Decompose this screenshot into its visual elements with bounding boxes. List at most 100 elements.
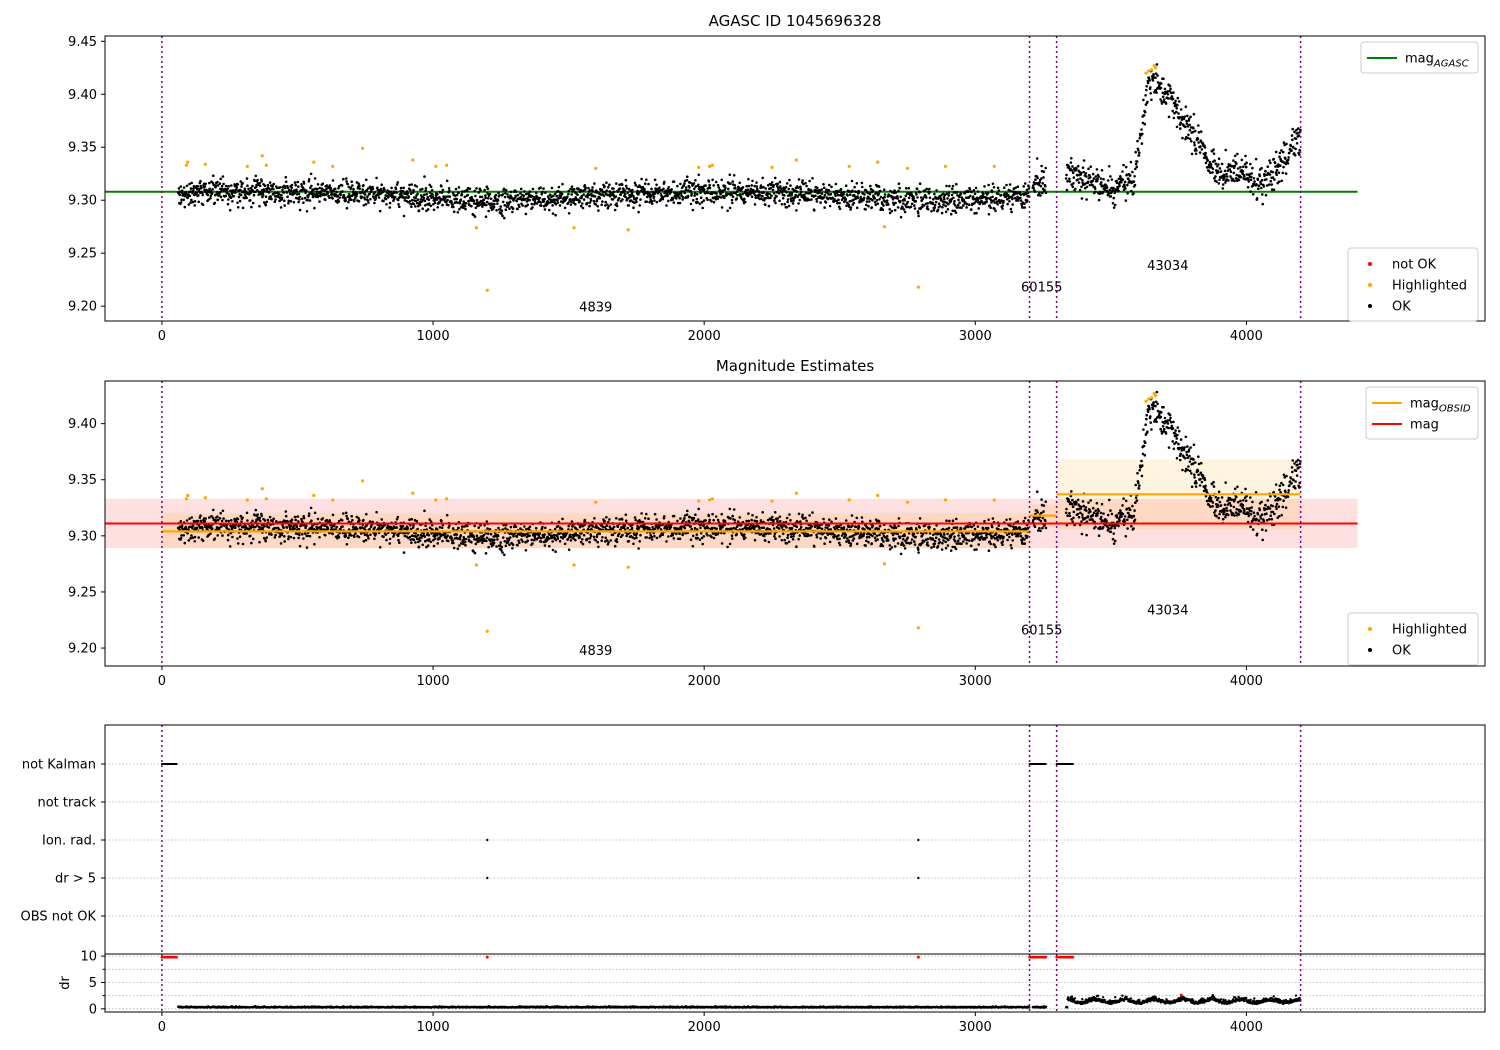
dr-points	[177, 994, 1302, 1009]
highlighted-point	[710, 163, 714, 167]
dr-not-ok-point	[485, 955, 489, 959]
highlighted-point	[260, 487, 264, 491]
highlighted-point	[245, 164, 249, 168]
y-tick-label: 5	[89, 976, 97, 991]
x-tick-label: 0	[158, 674, 166, 689]
highlighted-point	[943, 164, 948, 168]
legend-label: OK	[1392, 644, 1411, 659]
highlighted-point	[434, 164, 438, 168]
y-tick-label: 9.45	[68, 35, 97, 50]
highlighted-point	[485, 288, 489, 292]
legend-label: not OK	[1392, 258, 1437, 273]
x-tick-label: 2000	[688, 674, 721, 689]
highlighted-point	[411, 158, 415, 162]
x-tick-label: 2000	[688, 1020, 721, 1035]
highlighted-point	[360, 146, 365, 150]
legend-dot-swatch	[1368, 283, 1372, 287]
obsid-label: 43034	[1147, 603, 1188, 618]
highlighted-point	[312, 493, 316, 498]
flag-row-label: OBS not OK	[21, 910, 97, 925]
highlighted-point	[794, 158, 798, 162]
highlighted-point	[916, 626, 920, 630]
highlighted-point	[572, 563, 576, 567]
x-tick-label: 4000	[1230, 674, 1263, 689]
highlighted-point	[260, 154, 264, 158]
highlighted-point	[184, 497, 188, 501]
highlighted-point	[264, 163, 268, 167]
flag-point	[486, 876, 489, 880]
x-tick-label: 4000	[1230, 1020, 1263, 1035]
highlighted-point	[626, 565, 630, 569]
legend-label: Highlighted	[1392, 623, 1467, 638]
y-tick-label: 9.40	[68, 88, 97, 103]
highlighted-point	[770, 499, 774, 503]
legend-dot-swatch	[1368, 304, 1372, 308]
legend-subscript: AGASC	[1433, 59, 1469, 70]
flags-panel: not Kalman not track Ion. rad. dr > 5 OBS no…	[21, 724, 1486, 955]
flag-point	[917, 876, 920, 880]
y-tick-label: 9.25	[68, 585, 97, 600]
x-tick-label: 0	[158, 1020, 166, 1035]
x-tick-label: 4000	[1230, 329, 1263, 344]
agasc-panel-title: AGASC ID 1045696328	[709, 12, 882, 30]
flag-row-label: dr > 5	[55, 872, 96, 887]
x-tick-label: 3000	[959, 329, 992, 344]
x-tick-label: 1000	[417, 1020, 450, 1035]
flag-point	[917, 838, 920, 842]
flags-axes-frame	[104, 724, 1486, 955]
highlighted-point	[794, 491, 798, 495]
highlighted-point	[445, 163, 449, 167]
highlighted-point	[1149, 68, 1154, 72]
legend-dot-swatch	[1368, 648, 1372, 652]
x-tick-label: 1000	[417, 329, 450, 344]
obsid-label: 4839	[579, 644, 612, 659]
dr-axis-label: dr	[58, 976, 73, 990]
flag-point	[486, 838, 489, 842]
x-tick-label: 1000	[417, 674, 450, 689]
x-tick-label: 3000	[959, 1020, 992, 1035]
highlighted-point	[485, 629, 489, 633]
y-tick-label: 9.20	[68, 642, 97, 657]
highlighted-point	[626, 228, 630, 232]
obsid-label: 60155	[1021, 624, 1062, 639]
highlighted-point	[876, 160, 880, 164]
highlighted-point	[594, 166, 598, 171]
obsid-label: 43034	[1147, 259, 1188, 274]
highlighted-point	[882, 225, 887, 229]
x-tick-label: 3000	[959, 674, 992, 689]
highlighted-point	[245, 498, 249, 502]
highlighted-point	[992, 498, 996, 502]
highlighted-point	[1144, 71, 1148, 75]
highlighted-point	[992, 164, 996, 168]
highlighted-point	[360, 479, 365, 483]
highlighted-point	[943, 498, 948, 502]
highlighted-point	[186, 493, 190, 498]
ok-point-cloud	[176, 63, 1302, 220]
highlighted-point	[1149, 396, 1154, 400]
legend-dot-swatch	[1368, 627, 1372, 631]
obsid-label: 4839	[579, 300, 612, 315]
y-tick-label: 9.40	[68, 417, 97, 432]
agasc-axes-frame	[104, 35, 1486, 322]
highlighted-point	[264, 497, 268, 501]
highlighted-point	[445, 497, 449, 501]
highlighted-point	[770, 165, 774, 169]
highlighted-point	[697, 499, 701, 503]
highlighted-point	[847, 498, 851, 502]
highlighted-point	[876, 493, 880, 498]
y-tick-label: 9.25	[68, 247, 97, 262]
highlighted-point	[312, 160, 316, 164]
y-tick-label: 9.35	[68, 473, 97, 488]
y-tick-label: 9.35	[68, 141, 97, 156]
ok-points	[176, 63, 1302, 220]
highlighted-point	[572, 226, 576, 230]
highlighted-point	[203, 162, 207, 166]
y-tick-label: 9.30	[68, 194, 97, 209]
obsid-label: 60155	[1021, 280, 1062, 295]
y-tick-label: 9.20	[68, 300, 97, 315]
legend-label: Highlighted	[1392, 279, 1467, 294]
highlighted-point	[594, 500, 598, 504]
figure: AGASC ID 1045696328 4839 60155 43034 0 1000 2…	[21, 12, 1486, 1035]
y-tick-label: 9.30	[68, 529, 97, 544]
highlighted-point	[474, 563, 479, 567]
